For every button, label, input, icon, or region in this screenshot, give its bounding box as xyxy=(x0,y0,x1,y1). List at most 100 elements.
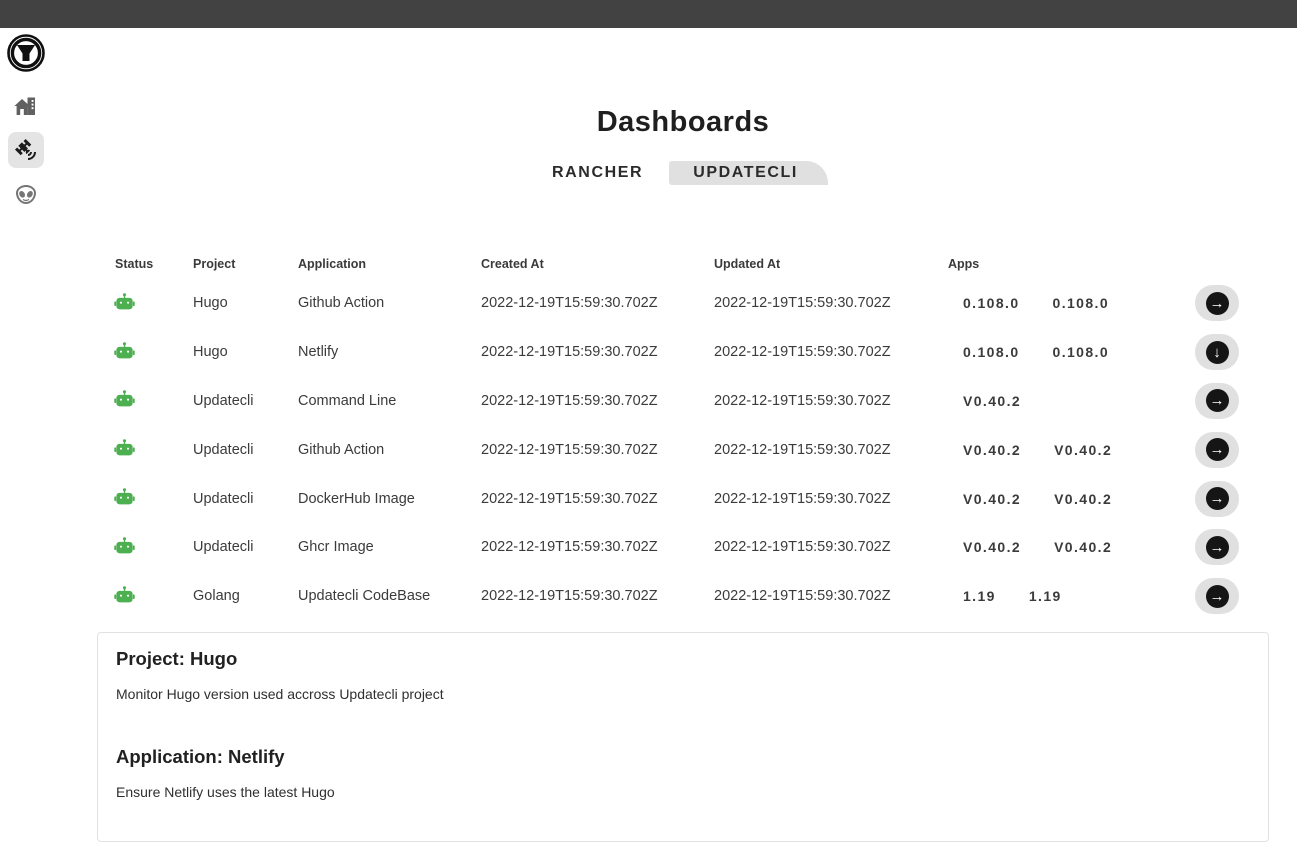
created-at-cell: 2022-12-19T15:59:30.702Z xyxy=(481,393,714,409)
updated-at-cell: 2022-12-19T15:59:30.702Z xyxy=(714,442,948,458)
application-cell: Netlify xyxy=(298,344,481,360)
tab-updatecli[interactable]: UPDATECLI xyxy=(669,161,828,185)
updated-at-cell: 2022-12-19T15:59:30.702Z xyxy=(714,344,948,360)
column-header-status: Status xyxy=(97,257,193,271)
expand-row-button[interactable]: → xyxy=(1195,285,1239,321)
updated-at-cell: 2022-12-19T15:59:30.702Z xyxy=(714,491,948,507)
project-cell: Updatecli xyxy=(193,491,298,507)
column-header-created-at: Created At xyxy=(481,257,714,271)
arrow-right-icon: → xyxy=(1206,487,1229,510)
updated-at-cell: 2022-12-19T15:59:30.702Z xyxy=(714,295,948,311)
action-cell: → xyxy=(1195,285,1269,321)
application-cell: Ghcr Image xyxy=(298,539,481,555)
apps-cell: 0.108.0 0.108.0 xyxy=(948,295,1195,311)
detail-application-heading: Application: Netlify xyxy=(116,746,1250,768)
expand-row-button[interactable]: → xyxy=(1195,529,1239,565)
arrow-right-icon: → xyxy=(1206,438,1229,461)
robot-happy-icon xyxy=(112,340,137,365)
project-cell: Golang xyxy=(193,588,298,604)
project-cell: Hugo xyxy=(193,344,298,360)
action-cell: → xyxy=(1195,578,1269,614)
sidebar-item-pipelines[interactable] xyxy=(8,132,44,168)
application-cell: Updatecli CodeBase xyxy=(298,588,481,604)
detail-project-description: Monitor Hugo version used accross Update… xyxy=(116,686,1250,702)
column-header-application: Application xyxy=(298,257,481,271)
satellite-icon xyxy=(14,138,38,162)
app-version-chip: 0.108.0 xyxy=(963,344,1020,360)
action-cell: → xyxy=(1195,432,1269,468)
app-version-chip: 0.108.0 xyxy=(1053,344,1110,360)
robot-happy-icon xyxy=(112,486,137,511)
sidebar xyxy=(0,28,52,212)
expand-row-button[interactable]: → xyxy=(1195,578,1239,614)
detail-project-heading: Project: Hugo xyxy=(116,648,1250,670)
created-at-cell: 2022-12-19T15:59:30.702Z xyxy=(481,588,714,604)
robot-happy-icon xyxy=(112,291,137,316)
updated-at-cell: 2022-12-19T15:59:30.702Z xyxy=(714,393,948,409)
table-row[interactable]: Updatecli Command Line 2022-12-19T15:59:… xyxy=(97,377,1269,426)
table-row[interactable]: Golang Updatecli CodeBase 2022-12-19T15:… xyxy=(97,572,1269,621)
alien-icon xyxy=(14,182,38,206)
app-version-chip: 0.108.0 xyxy=(1053,295,1110,311)
app-version-chip: V0.40.2 xyxy=(963,539,1021,555)
project-cell: Updatecli xyxy=(193,539,298,555)
action-cell: ↓ xyxy=(1195,334,1269,370)
column-header-project: Project xyxy=(193,257,298,271)
application-cell: DockerHub Image xyxy=(298,491,481,507)
app-version-chip: V0.40.2 xyxy=(1054,491,1112,507)
apps-cell: V0.40.2 V0.40.2 xyxy=(948,442,1195,458)
status-cell xyxy=(97,388,193,413)
status-cell xyxy=(97,584,193,609)
arrow-right-icon: → xyxy=(1206,536,1229,559)
apps-cell: V0.40.2 xyxy=(948,393,1195,409)
updatecli-logo[interactable] xyxy=(7,34,45,72)
project-cell: Updatecli xyxy=(193,393,298,409)
arrow-down-icon: ↓ xyxy=(1206,341,1229,364)
project-cell: Updatecli xyxy=(193,442,298,458)
table-row[interactable]: Updatecli DockerHub Image 2022-12-19T15:… xyxy=(97,474,1269,523)
main-content: Dashboards RANCHER UPDATECLI Status Proj… xyxy=(97,28,1269,842)
action-cell: → xyxy=(1195,481,1269,517)
updatecli-logo-icon xyxy=(7,34,45,72)
status-cell xyxy=(97,340,193,365)
created-at-cell: 2022-12-19T15:59:30.702Z xyxy=(481,295,714,311)
table-row[interactable]: Updatecli Github Action 2022-12-19T15:59… xyxy=(97,425,1269,474)
table-row[interactable]: Updatecli Ghcr Image 2022-12-19T15:59:30… xyxy=(97,523,1269,572)
apps-cell: 1.191.19 xyxy=(948,588,1195,604)
expand-row-button[interactable]: → xyxy=(1195,481,1239,517)
app-version-chip: V0.40.2 xyxy=(1054,442,1112,458)
apps-cell: 0.108.0 0.108.0 xyxy=(948,344,1195,360)
apps-cell: V0.40.2V0.40.2 xyxy=(948,491,1195,507)
created-at-cell: 2022-12-19T15:59:30.702Z xyxy=(481,539,714,555)
app-version-chip: V0.40.2 xyxy=(1054,539,1112,555)
top-app-bar xyxy=(0,0,1297,28)
sidebar-item-alien[interactable] xyxy=(8,176,44,212)
app-version-chip: V0.40.2 xyxy=(963,393,1021,409)
status-cell xyxy=(97,486,193,511)
expand-row-button[interactable]: ↓ xyxy=(1195,334,1239,370)
status-cell xyxy=(97,437,193,462)
app-version-chip: 0.108.0 xyxy=(963,295,1020,311)
sidebar-item-home[interactable] xyxy=(8,88,44,124)
tab-rancher[interactable]: RANCHER xyxy=(538,161,657,185)
app-version-chip: V0.40.2 xyxy=(963,442,1021,458)
robot-happy-icon xyxy=(112,388,137,413)
created-at-cell: 2022-12-19T15:59:30.702Z xyxy=(481,442,714,458)
table-row[interactable]: Hugo Netlify 2022-12-19T15:59:30.702Z 20… xyxy=(97,328,1269,377)
detail-application-description: Ensure Netlify uses the latest Hugo xyxy=(116,784,1250,800)
created-at-cell: 2022-12-19T15:59:30.702Z xyxy=(481,491,714,507)
column-header-updated-at: Updated At xyxy=(714,257,948,271)
pipelines-table: Status Project Application Created At Up… xyxy=(97,249,1269,621)
expand-row-button[interactable]: → xyxy=(1195,383,1239,419)
robot-happy-icon xyxy=(112,535,137,560)
expand-row-button[interactable]: → xyxy=(1195,432,1239,468)
updated-at-cell: 2022-12-19T15:59:30.702Z xyxy=(714,588,948,604)
arrow-right-icon: → xyxy=(1206,389,1229,412)
expanded-row-detail-card: Project: Hugo Monitor Hugo version used … xyxy=(97,632,1269,842)
app-version-chip: 1.19 xyxy=(1029,588,1062,604)
page-title: Dashboards xyxy=(97,106,1269,139)
arrow-right-icon: → xyxy=(1206,585,1229,608)
column-header-apps: Apps xyxy=(948,257,1195,271)
dashboard-tabs: RANCHER UPDATECLI xyxy=(97,161,1269,185)
table-row[interactable]: Hugo Github Action 2022-12-19T15:59:30.7… xyxy=(97,279,1269,328)
